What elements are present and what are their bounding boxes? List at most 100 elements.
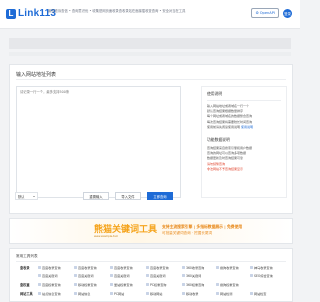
tool-link[interactable]: 神马收录查询: [250, 265, 273, 270]
banner-subline: 可批量关键词查询 · 挖掘长尾词: [162, 231, 213, 235]
tool-link[interactable]: 百度权重查询: [38, 282, 61, 287]
tool-label: 爱站权重查询: [114, 283, 133, 287]
tool-label: 百度关键词: [150, 274, 166, 278]
tool-icon: [38, 283, 41, 286]
tool-link[interactable]: 百度关键词: [110, 273, 129, 278]
panel-title: 输入网站地址列表: [16, 72, 57, 78]
url-list-input[interactable]: [16, 86, 181, 198]
tool-label: 百度关键词: [78, 274, 94, 278]
tools-panel: 常用工具列表 查收录 百度收录查询 百度收录查询 百度收录查询 百度收录查询 3…: [9, 248, 293, 302]
openapi-button[interactable]: ⚙ OpenAPI: [251, 8, 279, 18]
tool-icon: [74, 274, 77, 277]
tool-link[interactable]: 移动网站: [146, 291, 162, 296]
tool-icon: [250, 266, 253, 269]
tool-label: 百度收录查询: [42, 266, 61, 270]
tool-icon: [182, 283, 185, 286]
tool-label: PC权重查询: [150, 283, 167, 287]
tool-icon: [182, 292, 185, 295]
help-list: 输入网站地址或者域名一行一个 默认查询结果根据数量排序 每个网址或者域名的数据整…: [207, 104, 281, 130]
tool-icon: [182, 266, 185, 269]
tool-label: 百度关键词: [114, 274, 130, 278]
tool-link[interactable]: 百度关键词: [38, 273, 57, 278]
tool-link[interactable]: 移动收录: [182, 291, 198, 296]
tool-link[interactable]: SEO综合查询: [250, 273, 273, 278]
row-label: 查收录: [20, 266, 30, 270]
engine-select[interactable]: 默认: [15, 192, 38, 200]
tool-link[interactable]: PC网站: [110, 291, 124, 296]
login-button[interactable]: 登录: [283, 8, 292, 18]
tool-link[interactable]: PC权重查询: [146, 282, 166, 287]
tool-link[interactable]: 移动权重查询: [74, 282, 97, 287]
help-title: 使用说明: [207, 91, 223, 96]
tool-link[interactable]: 网站信息: [74, 291, 90, 296]
tool-label: 百度收录查询: [78, 266, 97, 270]
tool-label: 360收录查询: [186, 266, 205, 270]
query-button[interactable]: 立即查询: [147, 192, 173, 200]
tool-link[interactable]: 搜狗收录查询: [216, 265, 239, 270]
tool-icon: [250, 292, 253, 295]
logo-icon: L: [6, 8, 16, 19]
tool-link[interactable]: 网站检测: [216, 291, 232, 296]
tool-link[interactable]: 360权重查询: [182, 282, 204, 287]
tool-label: 移动网站: [150, 292, 163, 296]
ad-banner: [9, 38, 291, 49]
divider: [207, 100, 281, 101]
tool-icon: [216, 283, 219, 286]
tool-icon: [250, 274, 253, 277]
promo-banner[interactable]: 熊猫关键词工具 www.example-tool 支持主流搜索引擎 | 多指标数…: [9, 218, 293, 244]
reset-input-button[interactable]: 重置输入: [83, 192, 109, 200]
tool-link[interactable]: 站点信息查询: [38, 291, 61, 296]
tool-icon: [74, 266, 77, 269]
tool-icon: [146, 292, 149, 295]
tool-icon: [216, 292, 219, 295]
tools-title: 常用工具列表: [16, 254, 38, 258]
tool-link[interactable]: 百度收录查询: [74, 265, 97, 270]
tool-icon: [110, 274, 113, 277]
tool-row: 网站工具 站点信息查询 网站信息 PC网站 移动网站 移动收录 网站检测 网站检…: [16, 291, 286, 297]
tool-label: PC网站: [114, 292, 125, 296]
tool-link[interactable]: 百度关键词: [74, 273, 93, 278]
site-slogan: 番茄查诉查信 • 查询意识优 • 收集是网页面收录查收录站在面接插收查查询 • …: [48, 9, 186, 13]
row-label: 网站工具: [20, 292, 33, 296]
data-info-title: 功能数据说明: [207, 137, 230, 143]
top-bar: L Link113 番茄查诉查信 • 查询意识优 • 收集是网页面收录查收录站在…: [0, 0, 300, 29]
query-controls: 默认 重置输入 导入文件 立即查询: [9, 192, 291, 202]
tool-link[interactable]: 百度收录查询: [110, 265, 133, 270]
tool-label: 网站检查: [254, 292, 267, 296]
tool-icon: [74, 283, 77, 286]
banner-brand: 熊猫关键词工具: [94, 224, 158, 234]
tool-link[interactable]: 百度收录查询: [146, 265, 169, 270]
tool-link[interactable]: 搜狗权重查询: [216, 282, 239, 287]
tool-label: 网站信息: [78, 292, 91, 296]
warning-item: 非法网站不予查询结果显示: [207, 166, 244, 171]
tool-link[interactable]: 爱站权重查询: [110, 282, 133, 287]
tool-label: 搜狗权重查询: [220, 283, 239, 287]
tool-label: 移动收录: [186, 292, 199, 296]
tool-row: 百度关键词 百度关键词 百度关键词 百度关键词 360关键词 SEO综合查询: [16, 273, 286, 279]
help-link[interactable]: 使用说明: [241, 125, 253, 129]
tool-label: 站点信息查询: [42, 292, 61, 296]
help-box: 使用说明 输入网站地址或者域名一行一个 默认查询结果根据数量排序 每个网址或者域…: [201, 86, 287, 198]
tool-label: 百度权重查询: [42, 283, 61, 287]
tool-icon: [146, 283, 149, 286]
tool-link[interactable]: 百度收录查询: [38, 265, 61, 270]
import-file-button[interactable]: 导入文件: [115, 192, 141, 200]
tool-icon: [146, 266, 149, 269]
divider: [16, 79, 286, 80]
tool-link[interactable]: 网站检查: [250, 291, 266, 296]
tool-link[interactable]: 360收录查询: [182, 265, 204, 270]
tool-label: 360关键词: [186, 274, 202, 278]
tool-row: 查收录 百度收录查询 百度收录查询 百度收录查询 百度收录查询 360收录查询 …: [16, 265, 286, 271]
openapi-label: OpenAPI: [259, 11, 275, 15]
tool-icon: [182, 274, 185, 277]
tool-label: 网站检测: [220, 292, 233, 296]
row-label: 查权重: [20, 283, 30, 287]
tool-label: SEO综合查询: [254, 274, 273, 278]
tool-link[interactable]: 百度关键词: [146, 273, 165, 278]
tool-label: 搜狗收录查询: [220, 266, 239, 270]
tool-link[interactable]: 360关键词: [182, 273, 201, 278]
divider: [16, 261, 286, 262]
tool-icon: [110, 283, 113, 286]
tool-icon: [38, 266, 41, 269]
banner-headline: 支持主流搜索引擎 | 多指标数据展示 | 免费使用: [162, 224, 243, 229]
